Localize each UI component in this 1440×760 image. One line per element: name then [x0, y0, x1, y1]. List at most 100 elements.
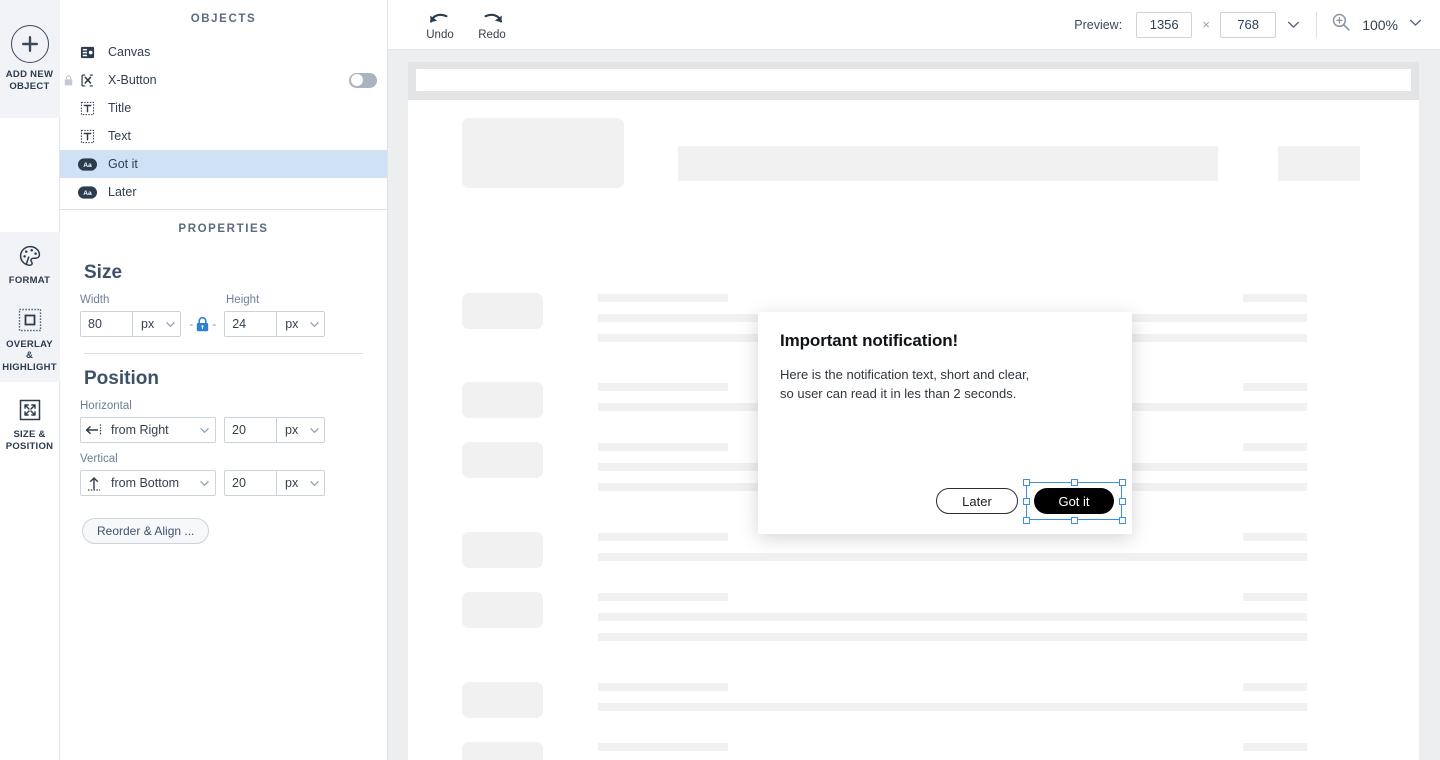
- properties-panel: PROPERTIES Size Width Height 80 px - - 2…: [60, 210, 387, 544]
- skeleton-line-right: [1243, 383, 1307, 391]
- resize-handle-nw[interactable]: [1022, 478, 1030, 486]
- object-label: Later: [108, 185, 137, 199]
- object-row-text[interactable]: Text: [60, 122, 387, 150]
- skeleton-line: [598, 533, 728, 541]
- resize-handle-e[interactable]: [1118, 497, 1126, 505]
- add-label-line1: ADD NEW: [5, 69, 54, 80]
- artboard-browser-bar: [408, 62, 1419, 100]
- vertical-unit-value: px: [285, 476, 299, 490]
- lock-dash-left: -: [189, 317, 194, 331]
- horizontal-anchor-select[interactable]: from Right: [80, 417, 216, 443]
- height-unit-select[interactable]: px: [276, 311, 326, 337]
- skeleton-line-right: [1243, 533, 1307, 541]
- width-input[interactable]: 80: [80, 311, 132, 337]
- skeleton-line: [598, 383, 728, 391]
- horizontal-anchor-value: from Right: [111, 423, 169, 437]
- skeleton-line-right: [1243, 683, 1307, 691]
- object-row-later[interactable]: Aa Later: [60, 178, 387, 206]
- overlay-square-icon: [15, 305, 45, 335]
- resize-handle-sw[interactable]: [1022, 516, 1030, 524]
- rail-item-format[interactable]: FORMAT: [0, 232, 60, 296]
- skeleton-avatar: [462, 682, 543, 718]
- object-label: Got it: [108, 157, 138, 171]
- horizontal-unit-select[interactable]: px: [276, 417, 326, 443]
- lock-closed-icon: [197, 316, 209, 331]
- vertical-offset-input[interactable]: 20: [224, 470, 276, 496]
- skeleton-line: [598, 593, 728, 601]
- objects-panel-title: OBJECTS: [190, 13, 257, 25]
- resize-handle-se[interactable]: [1118, 516, 1126, 524]
- skeleton-line: [598, 613, 1307, 621]
- zoom-control[interactable]: 100%: [1331, 12, 1422, 37]
- aa-button-icon: Aa: [76, 155, 98, 173]
- got-it-button[interactable]: Got it: [1034, 488, 1114, 514]
- skeleton-line-right: [1243, 443, 1307, 451]
- got-it-button-wrapper: Got it: [1022, 478, 1126, 524]
- rail-label-format: FORMAT: [9, 275, 50, 287]
- size-section-heading: Size: [84, 262, 123, 283]
- properties-panel-title: PROPERTIES: [178, 223, 269, 235]
- chevron-down-icon: [310, 320, 320, 329]
- height-unit-value: px: [285, 317, 299, 331]
- horizontal-label: Horizontal: [80, 400, 132, 412]
- svg-text:Aa: Aa: [83, 162, 92, 169]
- horizontal-unit-value: px: [285, 423, 299, 437]
- app-root: ADD NEW OBJECT FORMAT OVERLAY & HIGHLIGH…: [0, 0, 1440, 760]
- palette-icon: [15, 241, 45, 271]
- object-row-title[interactable]: Title: [60, 94, 387, 122]
- text-title-icon: [76, 99, 98, 117]
- skeleton-avatar: [462, 742, 543, 760]
- rail-item-size-position[interactable]: SIZE & POSITION: [0, 386, 60, 461]
- x-button-visibility-toggle[interactable]: [349, 72, 377, 88]
- aa-button-icon: Aa: [76, 183, 98, 201]
- vertical-unit-select[interactable]: px: [276, 470, 326, 496]
- horizontal-offset-input[interactable]: 20: [224, 417, 276, 443]
- vertical-anchor-select[interactable]: from Bottom: [80, 470, 216, 496]
- notification-modal[interactable]: Important notification! Here is the noti…: [758, 312, 1132, 534]
- rail-label-overlay-highlight: OVERLAY & HIGHLIGHT: [2, 339, 58, 374]
- preview-size-dropdown[interactable]: [1276, 18, 1310, 31]
- object-row-x-button[interactable]: X-Button: [60, 66, 387, 94]
- horizontal-fields-row: from Right 20 px: [80, 417, 367, 443]
- preview-height-input[interactable]: 768: [1220, 11, 1277, 38]
- preview-width-input[interactable]: 1356: [1136, 11, 1193, 38]
- height-input[interactable]: 24: [224, 311, 277, 337]
- resize-handle-n[interactable]: [1070, 478, 1078, 486]
- object-row-got-it[interactable]: Aa Got it: [60, 150, 387, 178]
- object-label: X-Button: [108, 73, 157, 87]
- object-label: Title: [108, 101, 132, 115]
- redo-button[interactable]: Redo: [466, 8, 518, 41]
- chevron-down-icon: [194, 426, 215, 435]
- canvas-area[interactable]: Important notification! Here is the noti…: [388, 50, 1440, 760]
- sizepos-label-line1: SIZE &: [13, 429, 46, 440]
- skeleton-line: [598, 294, 728, 302]
- artboard-url-bar: [416, 69, 1411, 91]
- later-button[interactable]: Later: [936, 488, 1018, 514]
- object-row-canvas[interactable]: Canvas: [60, 38, 387, 66]
- position-section-heading: Position: [84, 368, 159, 389]
- properties-content: Size Width Height 80 px - - 24 px Positi…: [60, 262, 387, 544]
- resize-handle-w[interactable]: [1022, 497, 1030, 505]
- chevron-down-icon: [1409, 16, 1422, 34]
- width-unit-select[interactable]: px: [132, 311, 182, 337]
- aspect-ratio-lock[interactable]: - -: [181, 316, 224, 332]
- magnifier-plus-icon: [1331, 12, 1351, 37]
- lock-icon: [60, 74, 76, 86]
- x-button-icon: [76, 71, 98, 89]
- skeleton-line: [598, 553, 1307, 561]
- resize-handle-s[interactable]: [1070, 516, 1078, 524]
- redo-icon: [480, 8, 504, 28]
- width-unit-value: px: [141, 317, 155, 331]
- height-field-group: 24 px: [224, 311, 326, 337]
- right-pane: Undo Redo Preview: 1356 × 768 100% Impor…: [388, 0, 1440, 760]
- skeleton-line: [598, 683, 728, 691]
- undo-button[interactable]: Undo: [414, 8, 466, 41]
- artboard[interactable]: Important notification! Here is the noti…: [408, 62, 1419, 760]
- vertical-value-group: 20 px: [224, 470, 326, 496]
- modal-actions: Later Got it: [936, 478, 1126, 524]
- rail-item-overlay-highlight[interactable]: OVERLAY & HIGHLIGHT: [0, 295, 60, 382]
- reorder-and-align-button[interactable]: Reorder & Align ...: [82, 518, 210, 544]
- height-label: Height: [226, 294, 260, 306]
- resize-handle-ne[interactable]: [1118, 478, 1126, 486]
- add-new-object-button[interactable]: ADD NEW OBJECT: [0, 0, 60, 118]
